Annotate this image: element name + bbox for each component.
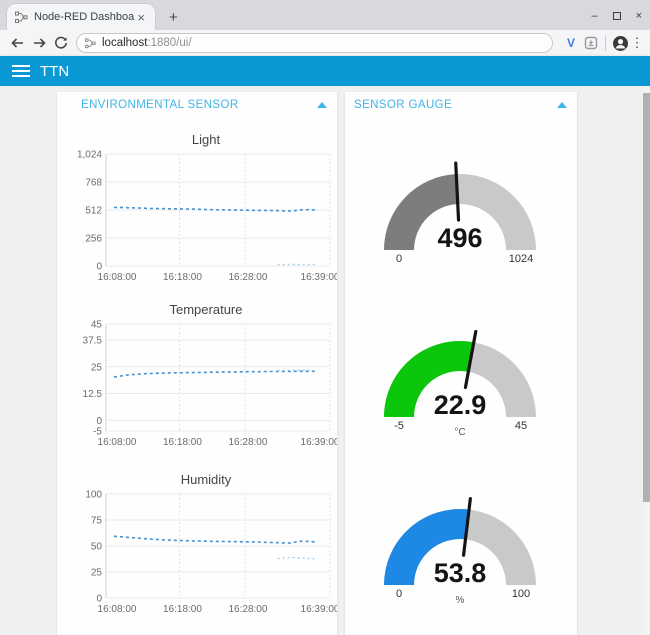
app-title: TTN: [40, 63, 69, 80]
forward-button[interactable]: [28, 33, 50, 53]
gauge-humidity: 53.8 0 100%: [345, 485, 577, 613]
svg-text:16:28:00: 16:28:00: [228, 604, 267, 615]
svg-text:Humidity: Humidity: [181, 472, 232, 487]
svg-text:0: 0: [96, 416, 102, 427]
gauge-temperature: 22.9 -5 45 °C: [345, 317, 577, 445]
reload-icon: [54, 36, 68, 50]
toolbar-separator: [605, 36, 606, 51]
svg-text:256: 256: [85, 234, 102, 245]
chart-humidity: Humidity 100 75 50 25 016:08:00 16:18:00 16:28:…: [57, 466, 337, 624]
hamburger-menu-icon[interactable]: [12, 65, 30, 77]
new-tab-button[interactable]: +: [169, 9, 178, 26]
gauge-light: 496 0 1024: [345, 150, 577, 278]
group-title-environmental-sensor: ENVIRONMENTAL SENSOR: [81, 99, 239, 111]
svg-text:53.8: 53.8: [434, 558, 487, 588]
forward-arrow-icon: [32, 37, 47, 49]
chart-light: Light 1,024 768 512 256 016:08:00 16:18:00 16:2…: [57, 126, 337, 284]
svg-text:0: 0: [96, 594, 102, 605]
group-title-sensor-gauge: SENSOR GAUGE: [354, 99, 452, 111]
window-maximize-button[interactable]: [613, 12, 621, 20]
tab-close-button[interactable]: ×: [135, 10, 147, 25]
browser-tab[interactable]: Node-RED Dashboard ×: [7, 4, 155, 30]
back-button[interactable]: [6, 33, 28, 53]
svg-text:-5: -5: [394, 420, 404, 432]
reload-button[interactable]: [50, 33, 72, 53]
node-red-favicon: [15, 11, 28, 24]
svg-text:1,024: 1,024: [77, 150, 102, 161]
svg-text:Temperature: Temperature: [170, 302, 243, 317]
url-path: :1880/ui/: [147, 37, 191, 49]
browser-menu-button[interactable]: ⋮: [630, 35, 644, 51]
svg-text:45: 45: [515, 420, 527, 432]
group-environmental-sensor: ENVIRONMENTAL SENSOR Light 1,024 768 512 256…: [57, 92, 337, 635]
svg-text:100: 100: [85, 490, 102, 501]
svg-text:16:39:00: 16:39:00: [301, 437, 337, 448]
svg-text:16:39:00: 16:39:00: [301, 604, 337, 615]
svg-text:75: 75: [91, 516, 103, 527]
svg-text:25: 25: [91, 362, 103, 373]
dashboard-page: ENVIRONMENTAL SENSOR Light 1,024 768 512 256…: [0, 86, 650, 635]
extension-v-icon[interactable]: V: [561, 33, 581, 53]
svg-text:°C: °C: [454, 427, 465, 438]
chart-temperature: Temperature 45 37.5 25 12.5 0-516:08:00 16:18:…: [57, 296, 337, 454]
page-scrollbar[interactable]: [643, 86, 650, 635]
save-page-extension-icon[interactable]: [581, 33, 601, 53]
browser-tabstrip: Node-RED Dashboard × + – ×: [0, 0, 650, 30]
svg-text:Light: Light: [192, 132, 221, 147]
node-red-favicon-small: [85, 38, 96, 49]
svg-text:50: 50: [91, 542, 103, 553]
group-sensor-gauge: SENSOR GAUGE 496 0 1024 22.9 -5 45 °C 53.8 0 10…: [345, 92, 577, 635]
svg-text:512: 512: [85, 206, 102, 217]
svg-text:16:28:00: 16:28:00: [228, 437, 267, 448]
window-minimize-button[interactable]: –: [591, 10, 597, 22]
svg-text:37.5: 37.5: [83, 336, 103, 347]
back-arrow-icon: [10, 37, 25, 49]
url-host: localhost: [102, 37, 147, 49]
app-header: TTN: [0, 56, 650, 86]
person-icon: [612, 35, 629, 52]
profile-avatar[interactable]: [610, 33, 630, 53]
svg-text:0: 0: [96, 262, 102, 273]
svg-text:16:18:00: 16:18:00: [163, 272, 202, 283]
collapse-group-icon[interactable]: [557, 102, 567, 108]
svg-text:%: %: [456, 595, 465, 606]
tab-title: Node-RED Dashboard: [34, 11, 135, 23]
svg-text:16:08:00: 16:08:00: [98, 437, 137, 448]
svg-text:0: 0: [396, 588, 402, 600]
svg-text:16:18:00: 16:18:00: [163, 437, 202, 448]
window-close-button[interactable]: ×: [636, 10, 642, 22]
svg-text:768: 768: [85, 178, 102, 189]
svg-text:1024: 1024: [509, 253, 533, 265]
svg-text:16:39:00: 16:39:00: [301, 272, 337, 283]
svg-text:45: 45: [91, 320, 103, 331]
collapse-group-icon[interactable]: [317, 102, 327, 108]
svg-text:12.5: 12.5: [83, 389, 103, 400]
svg-text:16:08:00: 16:08:00: [98, 272, 137, 283]
svg-text:22.9: 22.9: [434, 390, 487, 420]
scrollbar-thumb[interactable]: [643, 93, 650, 502]
svg-text:16:08:00: 16:08:00: [98, 604, 137, 615]
svg-text:16:28:00: 16:28:00: [228, 272, 267, 283]
svg-text:100: 100: [512, 588, 530, 600]
svg-text:496: 496: [437, 223, 482, 253]
svg-text:16:18:00: 16:18:00: [163, 604, 202, 615]
svg-text:0: 0: [396, 253, 402, 265]
url-text: localhost:1880/ui/: [102, 37, 192, 49]
address-bar[interactable]: localhost:1880/ui/: [76, 33, 553, 53]
browser-toolbar: localhost:1880/ui/ V ⋮: [0, 30, 650, 56]
svg-text:-5: -5: [93, 427, 102, 438]
svg-text:25: 25: [91, 568, 103, 579]
